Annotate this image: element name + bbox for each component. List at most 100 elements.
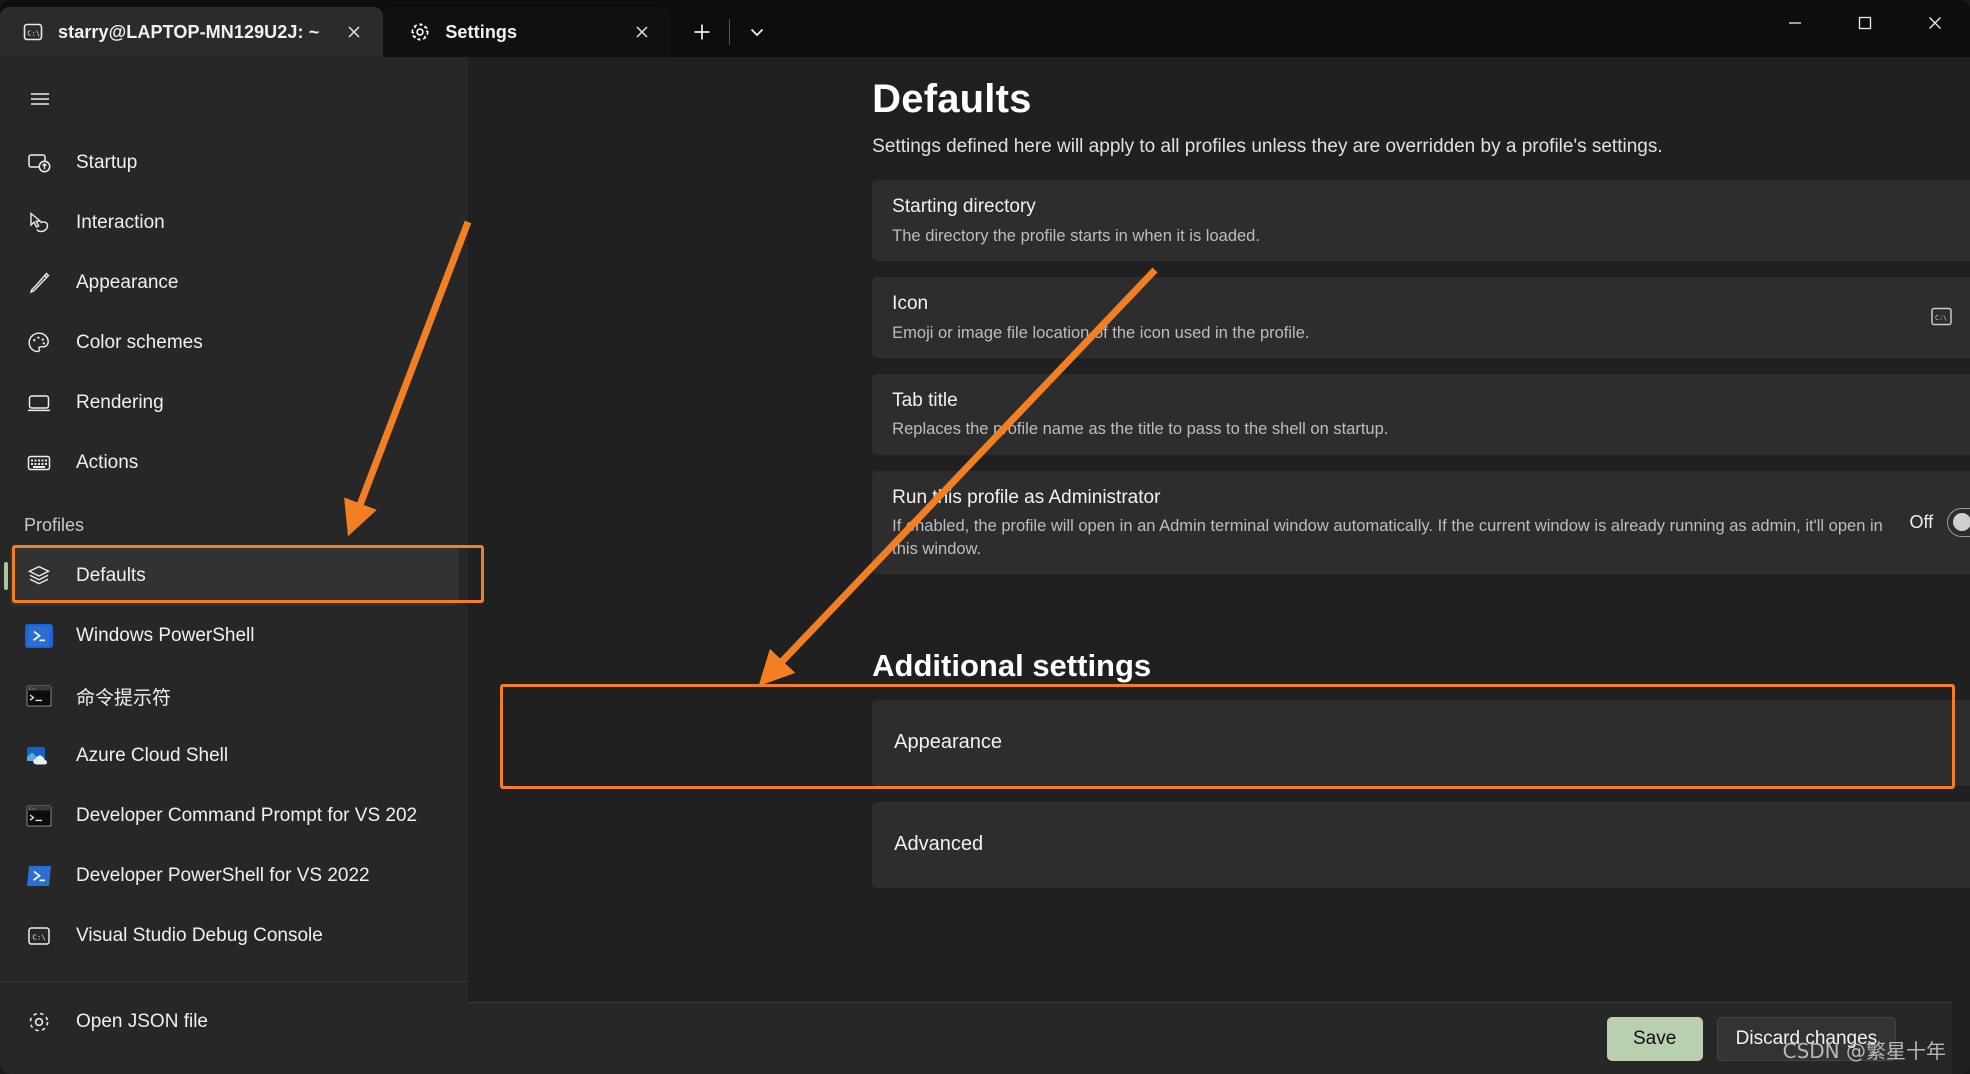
admin-toggle-switch[interactable] <box>1947 507 1970 537</box>
tab-strip-buttons <box>671 7 780 57</box>
tab-strip: C:\ starry@LAPTOP-MN129U2J: ~ Settings <box>0 0 780 57</box>
card-text: Run this profile as Administrator If ena… <box>892 471 1909 574</box>
cmd-icon: C:\ <box>24 681 54 711</box>
title-bar: C:\ starry@LAPTOP-MN129U2J: ~ Settings <box>0 0 1970 57</box>
sidebar-item-developer-command-prompt[interactable]: C:\ Developer Command Prompt for VS 202 <box>10 786 458 846</box>
sidebar-item-label: Developer Command Prompt for VS 202 <box>76 805 418 826</box>
new-tab-button[interactable] <box>679 9 725 55</box>
monitor-icon <box>24 388 54 418</box>
hamburger-menu-icon[interactable] <box>12 71 68 127</box>
nav-card-advanced[interactable]: Advanced <box>872 801 1970 888</box>
settings-sidebar: Startup Interaction Appearance Color sch… <box>0 57 469 1074</box>
svg-text:C:\: C:\ <box>32 932 45 941</box>
save-button[interactable]: Save <box>1606 1016 1703 1061</box>
maximize-button[interactable] <box>1830 0 1900 45</box>
sidebar-item-label: Appearance <box>76 272 179 293</box>
setting-card-starting-directory[interactable]: Starting directory The directory the pro… <box>872 180 1970 261</box>
window-controls <box>1760 0 1970 45</box>
sidebar-item-label: Defaults <box>76 565 146 586</box>
cmd-icon: C:\ <box>24 801 54 831</box>
sidebar-item-interaction[interactable]: Interaction <box>10 193 458 253</box>
sidebar-item-windows-powershell[interactable]: Windows PowerShell <box>10 606 458 666</box>
tab-title-label: starry@LAPTOP-MN129U2J: ~ <box>58 21 320 42</box>
divider <box>729 19 731 45</box>
tab-title-label: Settings <box>445 21 518 42</box>
card-title: Tab title <box>892 389 958 411</box>
sidebar-item-developer-powershell[interactable]: Developer PowerShell for VS 2022 <box>10 846 458 906</box>
setting-card-icon[interactable]: Icon Emoji or image file location of the… <box>872 276 1970 358</box>
nav-card-label: Appearance <box>894 731 1003 754</box>
keyboard-icon <box>24 448 54 478</box>
sidebar-item-label: Open JSON file <box>76 1011 208 1032</box>
toggle-state-label: Off <box>1909 511 1934 532</box>
palette-icon <box>24 328 54 358</box>
console-icon: C:\ <box>1929 304 1955 330</box>
sidebar-item-label: Visual Studio Debug Console <box>76 925 323 946</box>
svg-text:C:\: C:\ <box>29 807 36 811</box>
sidebar-item-appearance[interactable]: Appearance <box>10 253 458 313</box>
close-icon[interactable] <box>339 17 369 47</box>
sidebar-item-label: Startup <box>76 152 138 173</box>
sidebar-item-startup[interactable]: Startup <box>10 133 458 193</box>
nav-card-label: Advanced <box>894 833 984 856</box>
window-body: Startup Interaction Appearance Color sch… <box>0 57 1970 1074</box>
sidebar-item-visual-studio-debug-console[interactable]: C:\ Visual Studio Debug Console <box>10 906 458 966</box>
card-text: Tab title Replaces the profile name as t… <box>892 374 1970 455</box>
layers-icon <box>24 561 54 591</box>
console-icon: C:\ <box>22 21 44 43</box>
sidebar-item-label: Rendering <box>76 392 164 413</box>
card-description: The directory the profile starts in when… <box>892 226 1260 245</box>
card-title: Starting directory <box>892 196 1036 217</box>
terminal-settings-window: C:\ starry@LAPTOP-MN129U2J: ~ Settings S… <box>0 0 1970 1074</box>
sidebar-item-label: Azure Cloud Shell <box>76 745 229 766</box>
sidebar-item-azure-cloud-shell[interactable]: Azure Cloud Shell <box>10 726 458 786</box>
nav-card-appearance[interactable]: Appearance <box>872 699 1970 786</box>
startup-icon <box>24 148 54 178</box>
sidebar-item-label: Developer PowerShell for VS 2022 <box>76 865 370 886</box>
additional-settings-heading: Additional settings <box>872 647 1152 683</box>
sidebar-item-rendering[interactable]: Rendering <box>10 373 458 433</box>
sidebar-item-label: Color schemes <box>76 332 203 353</box>
powershell-icon <box>24 621 54 651</box>
card-title: Icon <box>892 292 929 314</box>
card-text: Icon Emoji or image file location of the… <box>892 277 1929 358</box>
gear-icon <box>24 1007 54 1037</box>
chevron-down-icon[interactable] <box>734 9 780 55</box>
tab-terminal[interactable]: C:\ starry@LAPTOP-MN129U2J: ~ <box>0 7 384 57</box>
setting-card-tab-title[interactable]: Tab title Replaces the profile name as t… <box>872 373 1970 455</box>
setting-card-run-as-administrator[interactable]: Run this profile as Administrator If ena… <box>872 470 1970 574</box>
sidebar-nav-list: Startup Interaction Appearance Color sch… <box>0 133 468 973</box>
sidebar-footer: Open JSON file <box>0 982 468 1074</box>
admin-toggle-group[interactable]: Off <box>1909 507 1970 537</box>
card-description: If enabled, the profile will open in an … <box>892 517 1883 558</box>
command-bar: Save Discard changes <box>468 1002 1953 1074</box>
sidebar-item-defaults[interactable]: Defaults <box>3 546 459 606</box>
sidebar-item-actions[interactable]: Actions <box>10 433 458 493</box>
sidebar-item-label: Actions <box>76 452 139 473</box>
sidebar-item-label: Windows PowerShell <box>76 625 255 646</box>
paintbrush-icon <box>24 268 54 298</box>
sidebar-item-color-schemes[interactable]: Color schemes <box>10 313 458 373</box>
minimize-button[interactable] <box>1760 0 1830 45</box>
card-text: Starting directory The directory the pro… <box>892 180 1970 261</box>
card-description: Replaces the profile name as the title t… <box>892 420 1389 439</box>
page-subtitle: Settings defined here will apply to all … <box>872 136 1663 157</box>
cursor-icon <box>24 208 54 238</box>
sidebar-item-open-json-file[interactable]: Open JSON file <box>10 992 458 1052</box>
card-description: Emoji or image file location of the icon… <box>892 323 1310 342</box>
sidebar-item-command-prompt[interactable]: C:\ 命令提示符 <box>10 666 458 726</box>
svg-text:C:\: C:\ <box>1935 314 1947 322</box>
sidebar-item-label: Interaction <box>76 212 165 233</box>
card-controls: Off <box>1909 507 1970 537</box>
close-window-button[interactable] <box>1900 0 1970 45</box>
sidebar-section-profiles: Profiles <box>24 515 85 535</box>
close-icon[interactable] <box>627 17 657 47</box>
sidebar-item-label: 命令提示符 <box>76 687 172 709</box>
page-title: Defaults <box>872 77 1032 121</box>
watermark: CSDN @繁星十年 <box>1782 1039 1946 1063</box>
gear-icon <box>409 21 431 43</box>
card-controls: C:\ <box>1929 304 1970 330</box>
console-icon: C:\ <box>24 921 54 951</box>
settings-scroll-area[interactable]: Defaults Settings defined here will appl… <box>468 57 1970 1002</box>
tab-settings[interactable]: Settings <box>383 7 672 57</box>
